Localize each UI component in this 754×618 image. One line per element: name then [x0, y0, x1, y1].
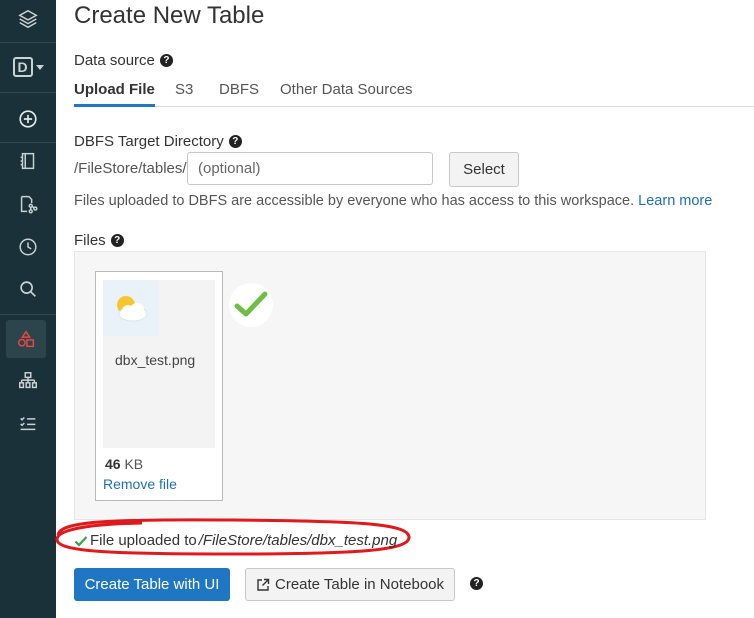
create-table-ui-button[interactable]: Create Table with UI — [74, 568, 230, 601]
check-icon — [74, 535, 88, 547]
data-source-tabs: Upload File S3 DBFS Other Data Sources — [74, 78, 754, 107]
access-note-text: Files uploaded to DBFS are accessible by… — [74, 193, 635, 209]
help-icon[interactable]: ? — [159, 54, 173, 67]
file-size-unit: KB — [124, 456, 144, 472]
tab-upload-file[interactable]: Upload File — [74, 81, 155, 107]
weather-cloud-icon — [117, 296, 148, 322]
recents-icon[interactable] — [0, 228, 56, 266]
file-size-value: 46 — [105, 456, 121, 472]
sidebar-divider — [0, 92, 56, 93]
file-dropzone[interactable]: dbx_test.png 46 KB Remove file — [74, 251, 706, 520]
file-name: dbx_test.png — [115, 352, 196, 368]
tab-dbfs[interactable]: DBFS — [219, 81, 259, 104]
page-title: Create New Table — [74, 2, 265, 29]
sidebar-divider — [0, 314, 56, 315]
search-icon[interactable] — [0, 270, 56, 308]
access-note: Files uploaded to DBFS are accessible by… — [74, 193, 712, 209]
data-source-label-text: Data source — [74, 52, 155, 69]
upload-success-badge — [229, 283, 273, 327]
sidebar: D — [0, 0, 56, 618]
remove-file-link[interactable]: Remove file — [103, 476, 177, 492]
target-directory-input[interactable] — [187, 152, 433, 185]
upload-status-prefix: File uploaded to — [90, 532, 197, 549]
files-label-text: Files — [74, 232, 106, 249]
sidebar-divider — [0, 42, 56, 43]
clusters-icon[interactable] — [0, 362, 56, 400]
check-icon — [234, 291, 268, 317]
workspace-switcher[interactable]: D — [0, 48, 56, 86]
external-link-icon — [257, 578, 270, 591]
learn-more-link[interactable]: Learn more — [638, 193, 712, 209]
upload-status: File uploaded to /FileStore/tables/dbx_t… — [74, 532, 397, 549]
tab-other-data-sources[interactable]: Other Data Sources — [280, 81, 413, 104]
target-directory-label: DBFS Target Directory ? — [74, 133, 242, 150]
create-table-notebook-label: Create Table in Notebook — [275, 576, 444, 593]
chevron-down-icon — [35, 64, 44, 70]
files-label: Files ? — [74, 232, 124, 249]
help-icon[interactable]: ? — [110, 234, 124, 247]
file-preview-area: dbx_test.png — [103, 280, 215, 448]
create-icon[interactable] — [0, 100, 56, 138]
target-directory-label-text: DBFS Target Directory — [74, 133, 224, 150]
create-table-notebook-button[interactable]: Create Table in Notebook — [245, 568, 455, 601]
file-card: dbx_test.png 46 KB Remove file — [95, 271, 273, 501]
select-button[interactable]: Select — [449, 152, 519, 187]
help-icon[interactable]: ? — [228, 135, 242, 148]
repos-icon[interactable] — [0, 185, 56, 223]
upload-status-path: /FileStore/tables/dbx_test.png — [198, 532, 398, 549]
workspace-initial: D — [12, 57, 33, 77]
jobs-icon[interactable] — [0, 404, 56, 442]
data-source-label: Data source ? — [74, 52, 173, 69]
tab-s3[interactable]: S3 — [175, 81, 193, 104]
file-thumbnail — [103, 280, 159, 336]
layers-icon[interactable] — [0, 0, 56, 38]
target-directory-prefix: /FileStore/tables/ — [74, 160, 187, 177]
main-content: Create New Table Data source ? Upload Fi… — [55, 0, 754, 618]
data-icon[interactable] — [6, 320, 46, 358]
notebook-icon[interactable] — [0, 142, 56, 180]
file-size: 46 KB — [105, 456, 143, 472]
help-icon[interactable]: ? — [470, 577, 483, 590]
